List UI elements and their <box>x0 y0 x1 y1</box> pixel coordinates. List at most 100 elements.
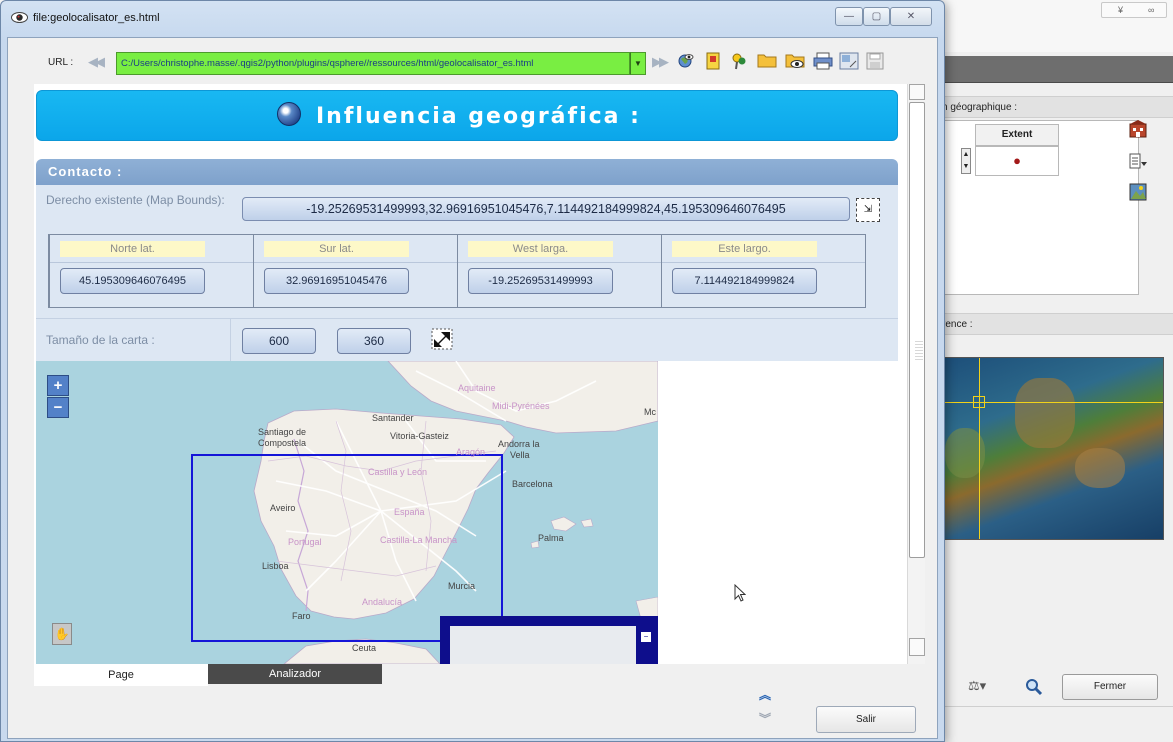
forward-icon[interactable]: ▶▶ <box>652 54 669 70</box>
zoom-icon[interactable] <box>1025 678 1043 699</box>
scrollbar-thumb[interactable] <box>909 102 925 558</box>
chevron-up-icon[interactable]: ︽ <box>759 686 771 703</box>
coord-cell-east: Este largo. 7.114492184999824 <box>661 235 865 307</box>
map-bounds-field[interactable]: -19.25269531499993,32.96916951045476,7.1… <box>242 197 850 221</box>
map-label: España <box>394 507 425 517</box>
bookmark-icon[interactable] <box>702 52 724 74</box>
building-icon[interactable] <box>1127 120 1149 142</box>
map-landmass <box>1015 378 1075 448</box>
zoom-out-button[interactable]: − <box>47 397 69 418</box>
coord-header: Norte lat. <box>60 241 205 257</box>
reference-world-map[interactable] <box>944 357 1164 540</box>
map-label: Andalucía <box>362 597 403 607</box>
background-top-controls[interactable]: ¥ ∞ <box>1101 2 1167 18</box>
scale-icon[interactable]: ⚖▾ <box>968 678 986 694</box>
layer-list-icon[interactable] <box>1127 152 1149 174</box>
coord-header: Sur lat. <box>264 241 409 257</box>
eye-icon <box>11 12 28 23</box>
north-lat-field[interactable]: 45.195309646076495 <box>60 268 205 294</box>
zoom-in-button[interactable]: + <box>47 375 69 396</box>
overview-map[interactable]: − <box>440 616 658 664</box>
chevron-down-icon[interactable]: ︾ <box>759 710 771 727</box>
resize-map-icon[interactable] <box>431 328 453 350</box>
maximize-button[interactable]: ▢ <box>863 7 890 26</box>
folder-view-icon[interactable] <box>784 52 806 74</box>
south-lat-field[interactable]: 32.96916951045476 <box>264 268 409 294</box>
save-icon[interactable] <box>864 52 886 74</box>
close-window-button[interactable]: ✕ <box>890 7 932 26</box>
scroll-up-button[interactable] <box>909 84 925 100</box>
print-icon[interactable] <box>812 52 834 74</box>
coord-header: West larga. <box>468 241 613 257</box>
minimize-button[interactable]: — <box>835 7 863 26</box>
divider <box>230 319 231 362</box>
section-header: Contacto : <box>36 159 898 185</box>
row-spinner[interactable]: ▲ ▼ <box>961 148 971 174</box>
url-label: URL : <box>48 57 74 68</box>
coord-cell-south: Sur lat. 32.96916951045476 <box>253 235 457 307</box>
map-label: Aquitaine <box>458 383 496 393</box>
tab-page[interactable]: Page <box>34 664 208 686</box>
map-image-icon[interactable] <box>1127 183 1149 205</box>
pan-hand-icon[interactable]: ✋ <box>52 623 72 645</box>
map-label: Santiago de <box>258 427 307 437</box>
exit-button[interactable]: Salir <box>816 706 916 733</box>
page-title: Influencia geográfica : <box>316 104 641 129</box>
map-label: Castilla y León <box>368 467 428 477</box>
pin-icon[interactable] <box>728 52 750 74</box>
west-long-field[interactable]: -19.25269531499993 <box>468 268 613 294</box>
vertical-scrollbar[interactable] <box>907 84 925 664</box>
map-label: Ceuta <box>352 643 377 653</box>
divider <box>930 706 1173 707</box>
reference-section-label: rence : <box>930 313 1173 335</box>
map-label: Castilla-La Mancha <box>380 535 458 545</box>
map-label: Aragón <box>456 447 486 457</box>
extent-header: Extent <box>975 124 1059 146</box>
map-label: Portugal <box>288 537 322 547</box>
background-toolbar: ¥ ∞ <box>930 0 1173 52</box>
map-size-row: Tamaño de la carta : 600 360 <box>36 318 898 362</box>
url-dropdown-button[interactable]: ▼ <box>630 52 646 75</box>
page-blank-area <box>658 361 898 664</box>
scroll-down-button[interactable] <box>909 638 925 656</box>
map-width-field[interactable]: 600 <box>242 328 316 354</box>
reference-extent-box <box>973 396 985 408</box>
map-height-field[interactable]: 360 <box>337 328 411 354</box>
title-bar[interactable]: file:geolocalisator_es.html — ▢ ✕ <box>1 1 944 37</box>
map-label: Midi-Pyrénées <box>492 401 550 411</box>
window-client-area: URL : ◀◀ C:/Users/christophe.masse/.qgis… <box>7 37 938 739</box>
mouse-cursor-icon <box>734 584 746 602</box>
globe-icon <box>277 102 301 126</box>
url-input[interactable]: C:/Users/christophe.masse/.qgis2/python/… <box>116 52 630 75</box>
close-button[interactable]: Fermer <box>1062 674 1158 700</box>
map-label: Vitoria-Gasteiz <box>390 431 449 441</box>
web-viewport[interactable]: Influencia geográfica : Contacto : Derec… <box>34 84 907 664</box>
map-view[interactable]: + − Aquitaine Midi-Pyrénées Santander Sa… <box>36 361 658 664</box>
map-label: Faro <box>292 611 311 621</box>
coordinates-table: Norte lat. 45.195309646076495 Sur lat. 3… <box>48 234 866 308</box>
map-bounds-label: Derecho existente (Map Bounds): <box>46 193 225 207</box>
extent-eye-icon[interactable]: ● <box>975 146 1059 176</box>
map-label: Vella <box>510 450 530 460</box>
back-icon[interactable]: ◀◀ <box>88 54 105 70</box>
map-landmass <box>1075 448 1125 488</box>
overview-toggle-button[interactable]: − <box>640 631 652 643</box>
page-banner: Influencia geográfica : <box>36 90 898 141</box>
world-view-icon[interactable] <box>674 52 696 74</box>
resize-icon[interactable] <box>838 52 860 74</box>
map-label: Andorra la <box>498 439 540 449</box>
scrollbar-grip <box>915 341 923 361</box>
section-body: Derecho existente (Map Bounds): -19.2526… <box>36 185 898 362</box>
map-label: Murcia <box>448 581 476 591</box>
map-label: Palma <box>538 533 564 543</box>
browser-window: file:geolocalisator_es.html — ▢ ✕ URL : … <box>0 0 945 742</box>
background-dark-header <box>930 56 1173 83</box>
select-extent-icon[interactable]: ⇲ <box>856 198 880 222</box>
overview-map-view[interactable] <box>450 626 636 664</box>
east-long-field[interactable]: 7.114492184999824 <box>672 268 817 294</box>
folder-icon[interactable] <box>756 52 778 74</box>
map-label: Barcelona <box>512 479 553 489</box>
map-size-label: Tamaño de la carta : <box>46 333 155 347</box>
tab-analyzer[interactable]: Analizador <box>208 664 382 684</box>
background-window: ¥ ∞ n géographique : Extent ▲ ▼ ● rence :… <box>930 0 1173 742</box>
